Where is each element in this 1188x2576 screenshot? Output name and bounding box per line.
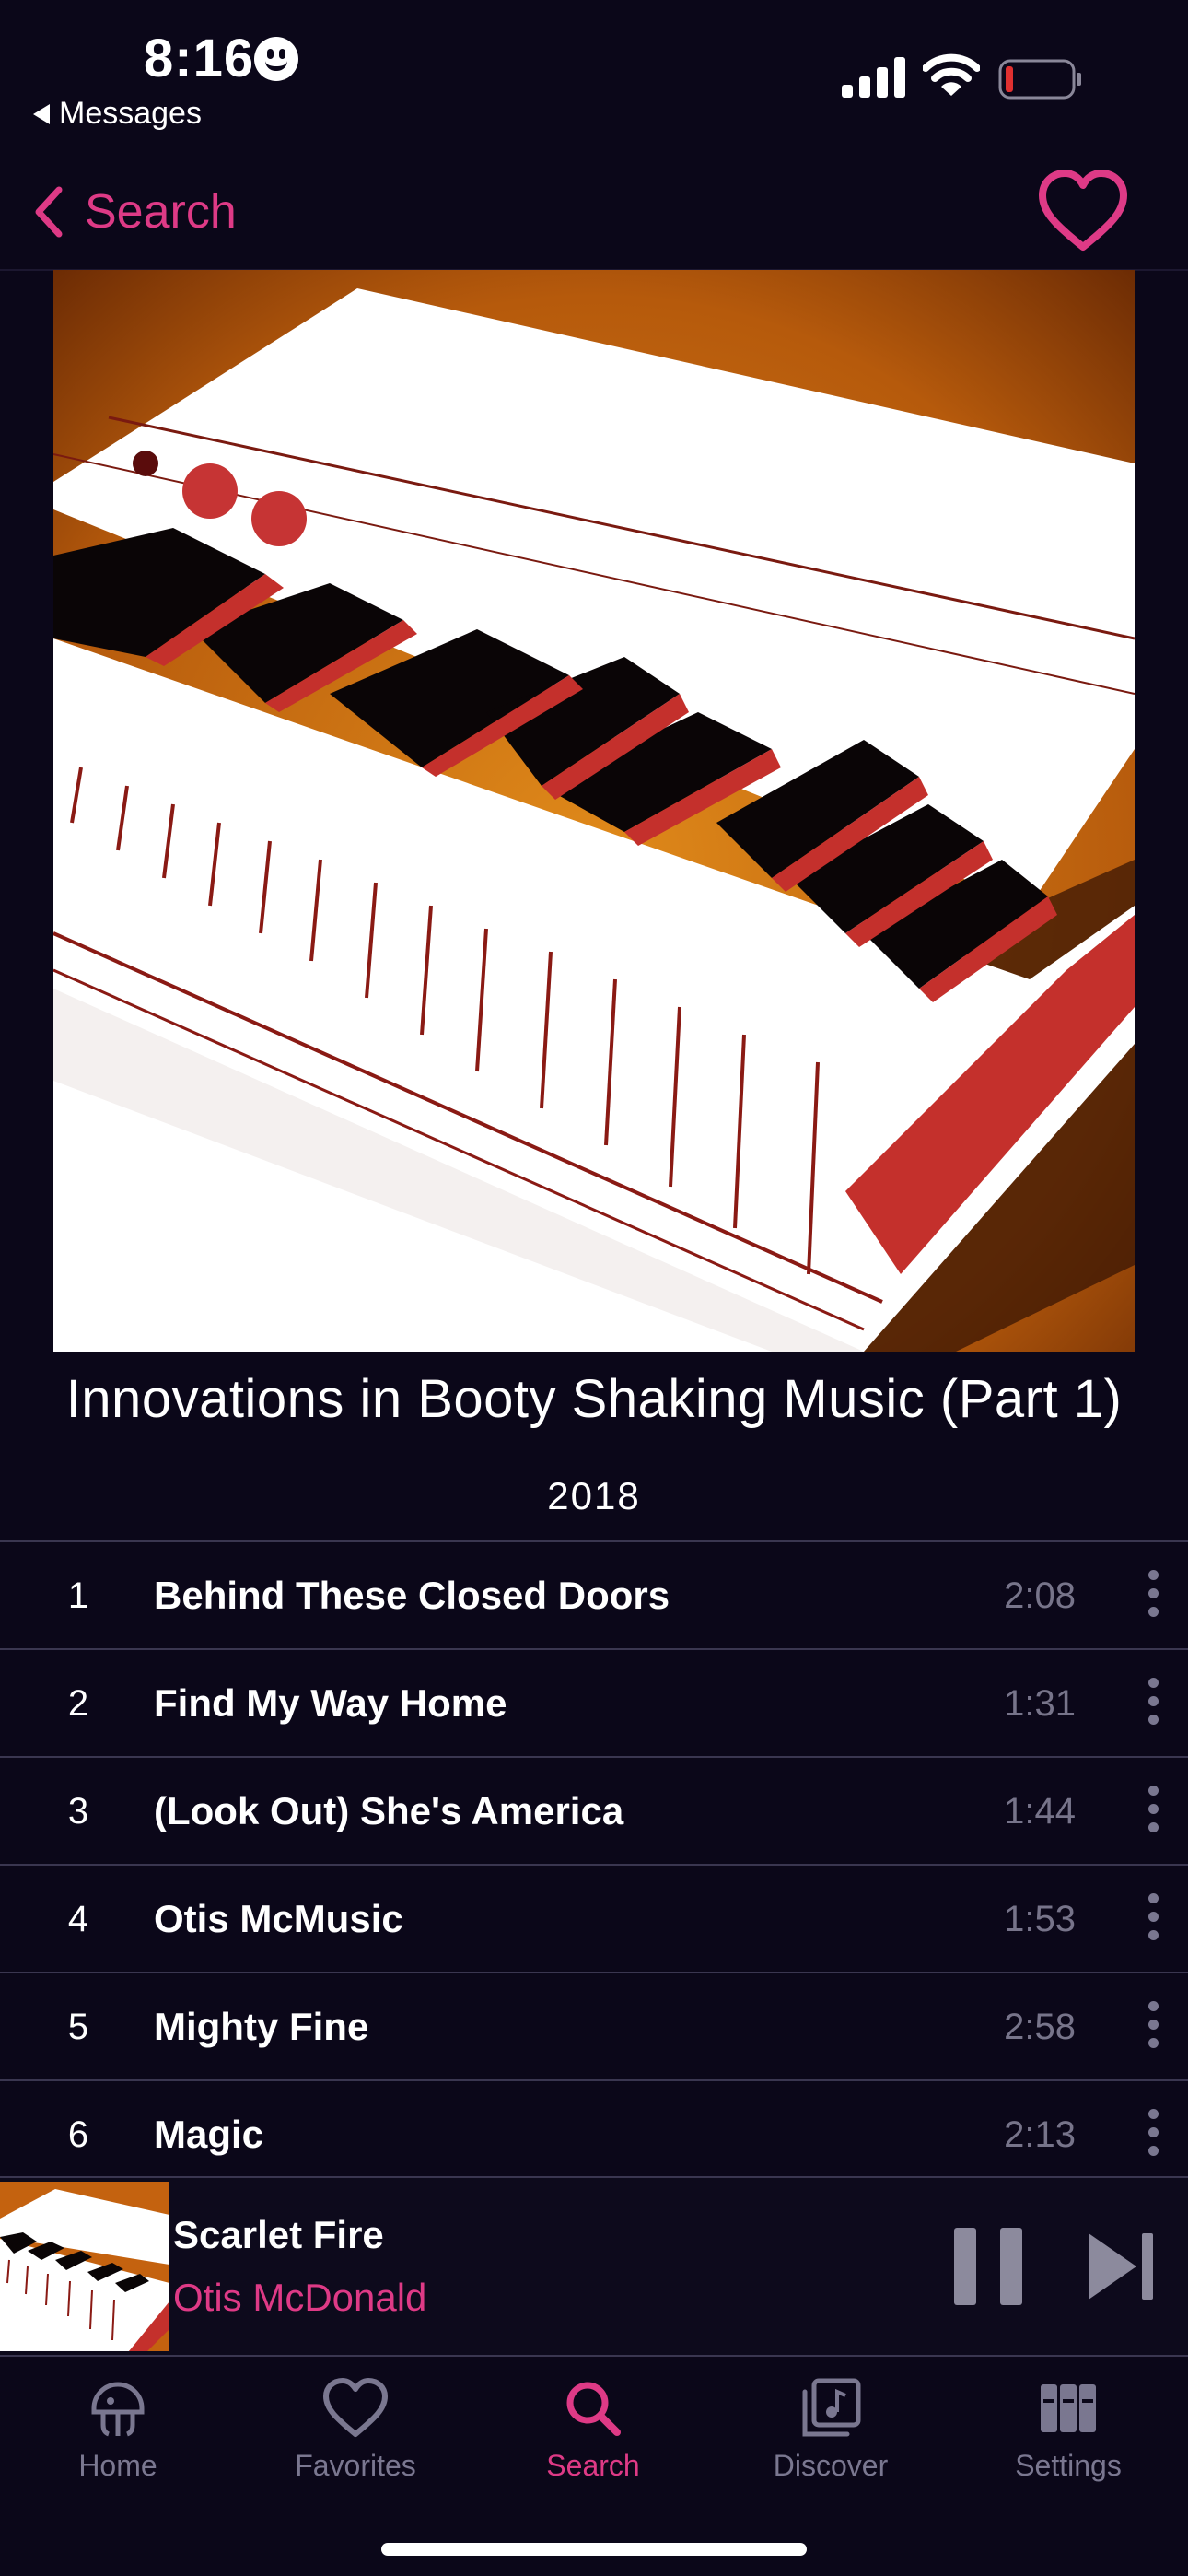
track-duration: 2:13 xyxy=(1004,2114,1076,2155)
track-row[interactable]: 6 Magic 2:13 xyxy=(0,2079,1188,2187)
music-library-icon xyxy=(802,2378,861,2437)
cellular-signal-icon xyxy=(842,57,905,98)
track-title: Magic xyxy=(154,2113,264,2156)
track-title: Otis McMusic xyxy=(154,1897,403,1940)
track-number: 4 xyxy=(67,1899,89,1939)
tab-home[interactable]: Home xyxy=(7,2375,228,2513)
track-row[interactable]: 3 (Look Out) She's America 1:44 xyxy=(0,1756,1188,1864)
album-cover-image xyxy=(53,270,1135,1352)
battery-icon xyxy=(998,59,1081,100)
tab-home-label: Home xyxy=(78,2449,157,2482)
tab-settings-label: Settings xyxy=(1015,2449,1122,2482)
smiley-icon xyxy=(254,37,298,81)
track-row[interactable]: 1 Behind These Closed Doors 2:08 xyxy=(0,1540,1188,1648)
track-duration: 2:58 xyxy=(1004,2007,1076,2047)
tab-favorites-label: Favorites xyxy=(295,2449,416,2482)
now-playing-title: Scarlet Fire xyxy=(173,2213,384,2256)
more-options-icon[interactable] xyxy=(1144,1678,1162,1729)
pause-button[interactable] xyxy=(954,2228,1022,2305)
track-duration: 1:53 xyxy=(1004,1899,1076,1939)
more-options-icon[interactable] xyxy=(1144,2109,1162,2160)
jellyfish-icon xyxy=(91,2382,145,2437)
track-number: 5 xyxy=(67,2007,89,2047)
home-indicator xyxy=(381,2543,807,2556)
tab-search[interactable]: Search xyxy=(483,2375,704,2513)
tab-discover-label: Discover xyxy=(773,2449,889,2482)
wifi-icon xyxy=(923,53,980,96)
books-icon xyxy=(1041,2384,1096,2432)
tab-settings[interactable]: Settings xyxy=(958,2375,1179,2513)
tab-favorites[interactable]: Favorites xyxy=(245,2375,466,2513)
more-options-icon[interactable] xyxy=(1144,1893,1162,1945)
track-title: Find My Way Home xyxy=(154,1681,507,1725)
track-duration: 1:31 xyxy=(1004,1683,1076,1724)
album-title: Innovations in Booty Shaking Music (Part… xyxy=(65,1369,1123,1429)
back-triangle-icon xyxy=(33,103,50,124)
back-to-app-link[interactable]: Messages xyxy=(33,96,202,132)
album-year: 2018 xyxy=(547,1474,641,1517)
more-options-icon[interactable] xyxy=(1144,1786,1162,1837)
track-number: 2 xyxy=(67,1683,89,1724)
track-row[interactable]: 2 Find My Way Home 1:31 xyxy=(0,1648,1188,1756)
more-options-icon[interactable] xyxy=(1144,1570,1162,1622)
skip-next-button[interactable] xyxy=(1085,2230,1157,2303)
tab-search-label: Search xyxy=(546,2449,640,2482)
back-label: Search xyxy=(85,185,237,239)
chevron-left-icon xyxy=(35,186,63,238)
track-number: 3 xyxy=(67,1791,89,1832)
track-duration: 1:44 xyxy=(1004,1791,1076,1832)
track-row[interactable]: 4 Otis McMusic 1:53 xyxy=(0,1864,1188,1972)
heart-icon xyxy=(323,2378,388,2437)
now-playing-artist: Otis McDonald xyxy=(173,2276,427,2319)
more-options-icon[interactable] xyxy=(1144,2001,1162,2053)
tab-discover[interactable]: Discover xyxy=(720,2375,941,2513)
now-playing-artwork xyxy=(0,2182,169,2351)
favorite-heart-button[interactable] xyxy=(1037,166,1129,258)
search-icon xyxy=(566,2382,621,2436)
track-number: 6 xyxy=(67,2114,89,2155)
track-number: 1 xyxy=(67,1575,89,1616)
track-title: (Look Out) She's America xyxy=(154,1789,624,1832)
back-app-label: Messages xyxy=(59,96,202,131)
back-button[interactable]: Search xyxy=(31,175,237,249)
status-time: 8:16 xyxy=(144,29,255,88)
track-title: Mighty Fine xyxy=(154,2005,369,2048)
track-duration: 2:08 xyxy=(1004,1575,1076,1616)
track-row[interactable]: 5 Mighty Fine 2:58 xyxy=(0,1972,1188,2079)
track-title: Behind These Closed Doors xyxy=(154,1574,670,1617)
